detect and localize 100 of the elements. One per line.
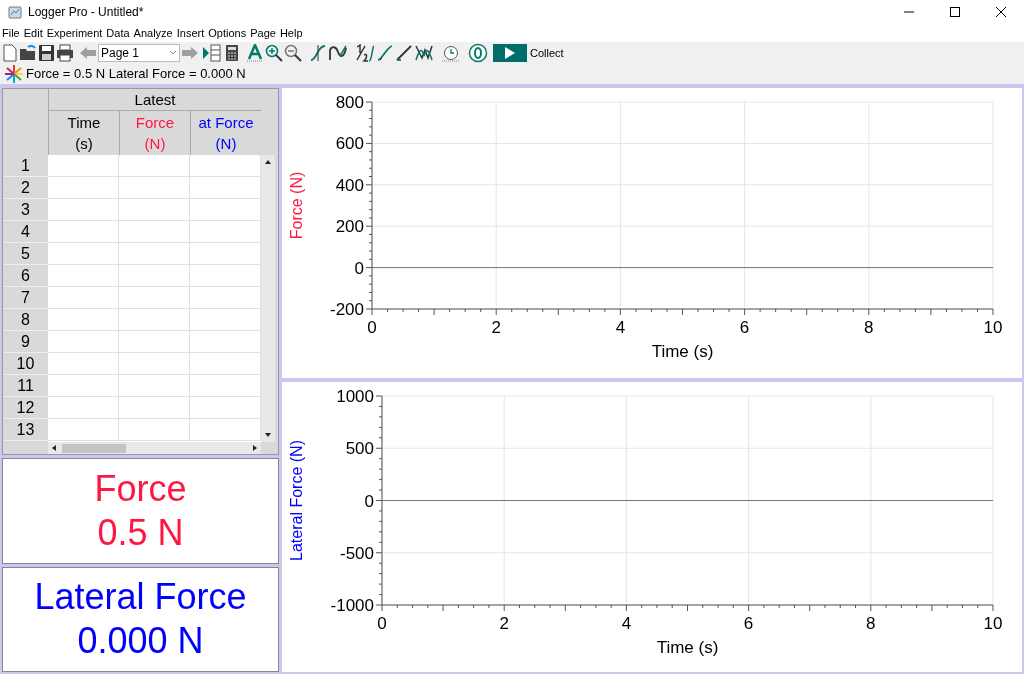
window-title: Logger Pro - Untitled*: [28, 4, 144, 21]
menu-item[interactable]: Edit: [23, 24, 43, 42]
table-cell: [119, 309, 190, 331]
table-cell: [48, 309, 119, 331]
linear-fit-icon[interactable]: [376, 44, 394, 62]
tick-label: 200: [335, 217, 364, 237]
menu-item[interactable]: Help: [279, 24, 303, 42]
sensor-burst-icon: [4, 64, 24, 84]
tick-label: 6: [739, 318, 750, 337]
tick-label: 10: [983, 614, 1003, 633]
y-axis-title: Lateral Force (N): [288, 440, 305, 561]
tangent-icon[interactable]: [328, 44, 348, 62]
meter-label: Lateral Force: [34, 575, 247, 620]
calculator-icon[interactable]: [225, 44, 239, 62]
table-cell: [48, 375, 119, 397]
column-group-header: Latest: [48, 89, 261, 111]
table-cell: [48, 419, 119, 441]
table-panel-icon[interactable]: [202, 44, 222, 62]
tick-label: 0: [364, 491, 374, 511]
tick-label: 0: [377, 614, 387, 633]
table-cell: [48, 265, 119, 287]
vertical-scrollbar[interactable]: [261, 155, 275, 442]
play-icon: [505, 47, 515, 59]
page-dropdown[interactable]: Page 1: [98, 44, 180, 62]
open-folder-icon[interactable]: [19, 44, 37, 62]
tick-label: 10: [983, 318, 1003, 337]
curve-fit-icon[interactable]: [395, 44, 413, 62]
zoom-out-icon[interactable]: [284, 44, 302, 62]
menu-item[interactable]: Analyze: [133, 24, 173, 42]
tick-label: 500: [345, 439, 374, 459]
menu-item[interactable]: Page: [250, 24, 276, 42]
zero-sensor-icon[interactable]: [468, 43, 488, 63]
maximize-icon: [950, 7, 960, 17]
table-cell: [119, 265, 190, 287]
table-cell: [48, 221, 119, 243]
tick-label: 8: [864, 318, 874, 337]
autoscale-icon[interactable]: [246, 44, 264, 62]
tick-label: 2: [499, 614, 509, 633]
tick-label: 2: [491, 318, 501, 337]
tick-label: 4: [621, 614, 632, 633]
tick-label: 400: [335, 175, 364, 195]
horizontal-scrollbar[interactable]: [48, 442, 261, 454]
table-cell: [119, 353, 190, 375]
print-icon[interactable]: [56, 44, 74, 62]
collect-button[interactable]: [493, 44, 527, 62]
scrollbar-thumb[interactable]: [62, 443, 126, 453]
tick-label: -1000: [330, 596, 374, 615]
tick-label: 800: [335, 93, 364, 112]
table-cell: [48, 287, 119, 309]
meter-reading: 0.000 N: [77, 619, 204, 664]
tick-label: 0: [367, 318, 377, 337]
tick-label: 1000: [336, 387, 374, 406]
zoom-in-icon[interactable]: [265, 44, 283, 62]
table-cell: [119, 331, 190, 353]
tick-label: 600: [335, 134, 364, 154]
live-readout: Force = 0.5 N Lateral Force = 0.000 N: [26, 65, 246, 84]
tick-label: 8: [866, 614, 876, 633]
table-cell: [119, 199, 190, 221]
table-cell: [119, 375, 190, 397]
tick-label: 4: [615, 318, 626, 337]
table-cell: [48, 331, 119, 353]
table-cell: [119, 155, 190, 177]
table-cell: [119, 419, 190, 441]
interpolate-icon[interactable]: [355, 44, 375, 62]
table-cell: [119, 287, 190, 309]
menu-item[interactable]: Options: [208, 24, 247, 42]
x-axis-title: Time (s): [651, 342, 714, 361]
collect-label[interactable]: Collect: [530, 44, 564, 62]
close-icon: [996, 7, 1006, 17]
meter-reading: 0.5 N: [97, 510, 184, 555]
menu-item[interactable]: Insert: [176, 24, 205, 42]
tick-label: -200: [329, 300, 364, 319]
peaks-icon[interactable]: [414, 44, 434, 62]
tick-label: 0: [354, 258, 364, 278]
table-cell: [119, 397, 190, 419]
save-icon[interactable]: [38, 44, 55, 62]
tick-label: 6: [743, 614, 754, 633]
app-icon: [8, 5, 22, 19]
table-cell: [119, 177, 190, 199]
table-cell: [48, 397, 119, 419]
x-axis-title: Time (s): [656, 638, 719, 657]
meter-label: Force: [94, 466, 187, 511]
table-cell: [119, 243, 190, 265]
chevron-down-icon: [169, 50, 177, 56]
table-cell: [119, 221, 190, 243]
menu-item[interactable]: File: [2, 24, 20, 42]
table-cell: [48, 155, 119, 177]
menu-item[interactable]: Experiment: [46, 24, 103, 42]
table-cell: [48, 177, 119, 199]
scroll-left-icon[interactable]: [50, 444, 58, 452]
tick-label: -500: [339, 543, 374, 563]
table-cell: [48, 243, 119, 265]
table-cell: [48, 353, 119, 375]
scroll-right-icon[interactable]: [251, 444, 259, 452]
examine-icon[interactable]: [309, 44, 327, 62]
menu-item[interactable]: Data: [106, 24, 130, 42]
new-file-icon[interactable]: [2, 44, 18, 62]
stopwatch-icon[interactable]: [441, 44, 461, 62]
table-cell: [48, 199, 119, 221]
y-axis-title: Force (N): [288, 171, 305, 240]
